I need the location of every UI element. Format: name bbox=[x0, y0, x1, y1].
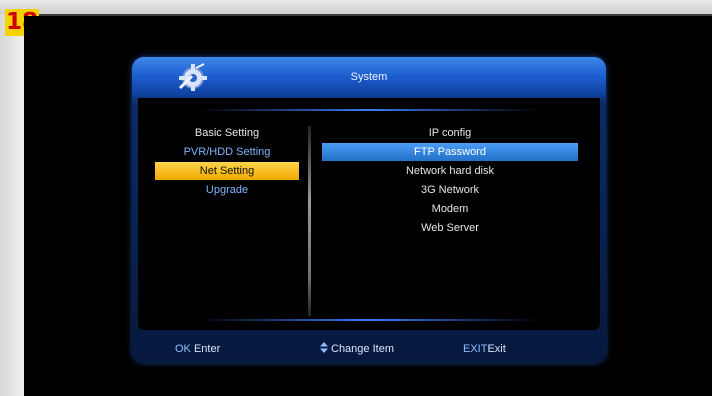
system-window: System Basic Setting PVR/HDD Setting Net… bbox=[132, 57, 606, 363]
left-menu-pvr-hdd-setting[interactable]: PVR/HDD Setting bbox=[155, 143, 299, 161]
ok-enter-hint: OK Enter bbox=[175, 342, 220, 356]
left-menu-net-setting[interactable]: Net Setting bbox=[155, 162, 299, 180]
ok-key-label: OK bbox=[175, 343, 191, 355]
window-title: System bbox=[350, 71, 388, 83]
exit-action-label: Exit bbox=[487, 343, 506, 355]
settings-content-pane: Basic Setting PVR/HDD Setting Net Settin… bbox=[138, 98, 600, 330]
tv-screen: System Basic Setting PVR/HDD Setting Net… bbox=[24, 16, 712, 396]
ok-action-label: Enter bbox=[193, 343, 221, 355]
right-menu-3g-network[interactable]: 3G Network bbox=[322, 181, 578, 199]
right-menu-ftp-password[interactable]: FTP Password bbox=[322, 143, 578, 161]
right-menu-modem[interactable]: Modem bbox=[322, 200, 578, 218]
up-down-arrow-icon bbox=[320, 342, 328, 353]
right-menu-ip-config[interactable]: IP config bbox=[322, 124, 578, 142]
change-item-label: Change Item bbox=[331, 343, 394, 355]
top-bar bbox=[0, 0, 712, 16]
left-menu-upgrade[interactable]: Upgrade bbox=[155, 181, 299, 199]
bottom-glow-line bbox=[198, 319, 540, 321]
left-margin-strip bbox=[0, 14, 24, 396]
top-glow-line bbox=[198, 109, 540, 111]
menu-divider bbox=[308, 126, 311, 316]
footer-hint-bar: OK Enter Change Item EXITExit bbox=[132, 335, 606, 363]
exit-key-label: EXIT bbox=[463, 343, 488, 355]
exit-hint: EXITExit bbox=[463, 342, 506, 356]
right-menu-network-hard-disk[interactable]: Network hard disk bbox=[322, 162, 578, 180]
change-item-hint: Change Item bbox=[320, 342, 394, 356]
left-menu-basic-setting[interactable]: Basic Setting bbox=[155, 124, 299, 142]
right-menu-web-server[interactable]: Web Server bbox=[322, 219, 578, 237]
